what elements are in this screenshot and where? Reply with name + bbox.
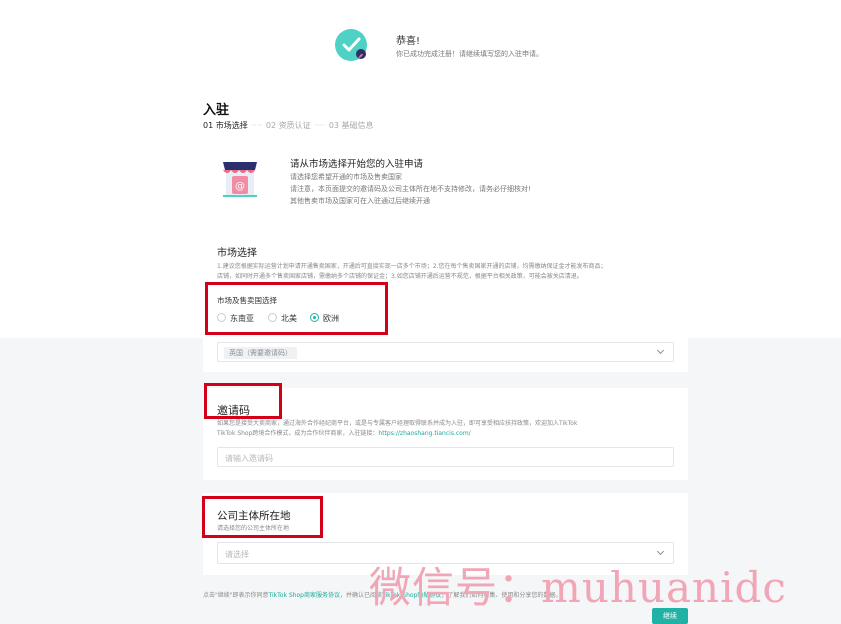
step-indicator: 01 市场选择 ···· 02 资质认证 ···· 03 基础信息 <box>203 119 374 131</box>
watermark-text: 微信号：muhuanidc <box>369 563 787 612</box>
step-2[interactable]: 02 资质认证 <box>266 120 311 131</box>
invite-desc-2: TikTok Shop跨境合作模式，成为合作伙伴商家，入驻链接：https://… <box>217 430 471 437</box>
highlight-box-company <box>202 496 323 538</box>
success-title: 恭喜! <box>396 36 421 47</box>
invite-placeholder: 请输入邀请码 <box>225 454 273 463</box>
svg-text:@: @ <box>235 181 245 192</box>
page-title: 入驻 <box>203 103 230 118</box>
market-title: 市场选择 <box>217 248 257 259</box>
step-1[interactable]: 01 市场选择 <box>203 120 248 131</box>
service-agreement-link[interactable]: TikTok Shop商家服务协议 <box>269 592 340 599</box>
invite-link[interactable]: https://zhaoshang.tiancis.com/ <box>378 430 470 437</box>
country-select[interactable]: 英国（需要邀请码） <box>217 342 674 362</box>
invite-code-input[interactable]: 请输入邀请码 <box>217 447 674 467</box>
step-separator: ···· <box>251 120 262 130</box>
intro-line-2: 请注意，本页面提交的邀请码及公司主体所在地不支持修改，请务必仔细核对! <box>290 185 531 193</box>
intro-line-3: 其他售卖市场及国家可在入驻通过后继续开通 <box>290 197 430 205</box>
success-card: 恭喜! 你已成功完成注册！请继续填写您的入驻申请。 <box>203 3 688 89</box>
success-desc: 你已成功完成注册！请继续填写您的入驻申请。 <box>396 50 543 58</box>
market-note-2: 店铺，如同时开通多个售卖国家店铺，需缴纳多个店铺的保证金；3.如您店铺开通后运营… <box>217 273 583 280</box>
storefront-icon: @ <box>220 156 260 200</box>
company-placeholder: 请选择 <box>225 550 249 559</box>
step-separator: ···· <box>314 120 325 130</box>
intro-card: @ 请从市场选择开始您的入驻申请 请选择您希望开通的市场及售卖国家 请注意，本页… <box>203 141 688 218</box>
invite-desc-1: 如果您是接受大卖商家，通过海外合作经纪商平台，或是与专属客户经理取得联系并成为入… <box>217 420 578 427</box>
success-icon <box>333 27 369 63</box>
highlight-box-invite <box>204 383 282 419</box>
intro-line-1: 请选择您希望开通的市场及售卖国家 <box>290 173 402 181</box>
highlight-box-region <box>205 282 388 335</box>
chevron-down-icon <box>656 346 665 355</box>
country-tag: 英国（需要邀请码） <box>224 347 297 359</box>
step-3[interactable]: 03 基础信息 <box>329 120 374 131</box>
market-note-1: 1.建议您根据实际运营计划申请开通售卖国家，开通后可直接实现一店多个市场；2.您… <box>217 263 607 270</box>
intro-heading: 请从市场选择开始您的入驻申请 <box>290 159 424 170</box>
